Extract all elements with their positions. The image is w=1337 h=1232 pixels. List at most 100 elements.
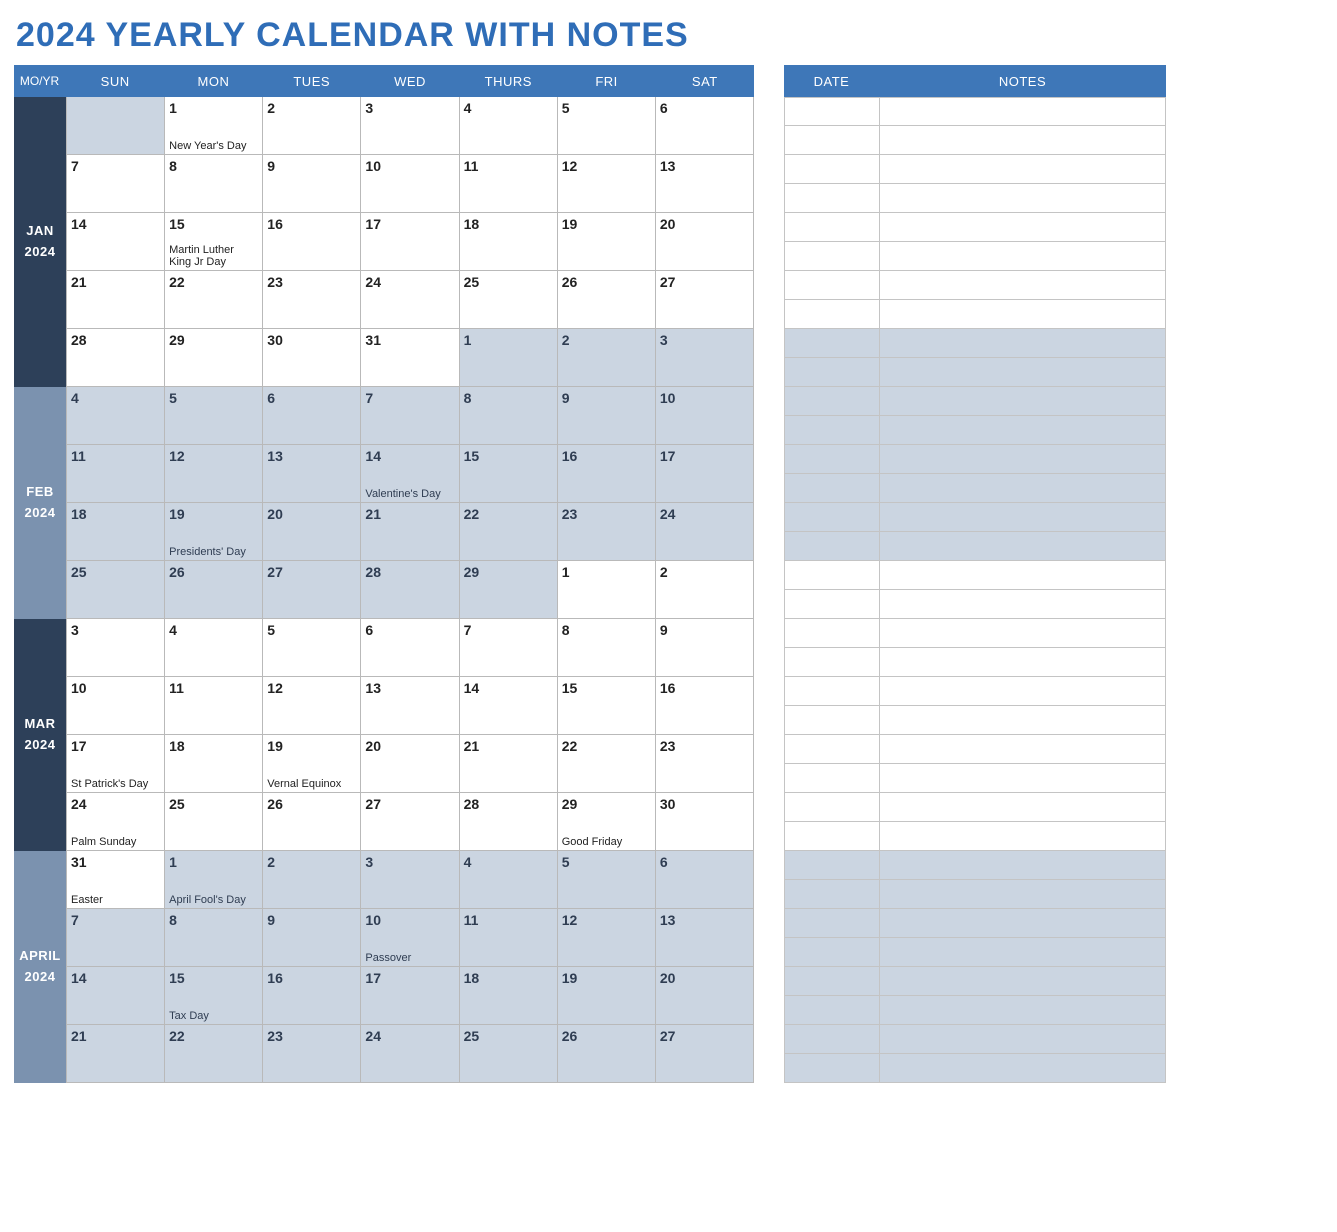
day-cell[interactable]: 3 <box>361 97 459 155</box>
day-cell[interactable]: 28 <box>66 329 165 387</box>
day-cell[interactable]: 6 <box>361 619 459 677</box>
notes-date-cell[interactable] <box>784 445 879 474</box>
day-cell[interactable]: 22 <box>460 503 558 561</box>
day-cell[interactable]: 2 <box>263 851 361 909</box>
day-cell[interactable]: 2 <box>558 329 656 387</box>
notes-date-cell[interactable] <box>784 764 879 793</box>
day-cell[interactable]: 10 <box>361 155 459 213</box>
notes-row[interactable] <box>784 1025 1166 1054</box>
notes-text-cell[interactable] <box>879 97 1166 126</box>
notes-row[interactable] <box>784 677 1166 706</box>
day-cell[interactable]: 3 <box>66 619 165 677</box>
day-cell[interactable]: 17 <box>361 213 459 271</box>
day-cell[interactable]: 19Vernal Equinox <box>263 735 361 793</box>
day-cell[interactable]: 13 <box>263 445 361 503</box>
notes-date-cell[interactable] <box>784 358 879 387</box>
notes-date-cell[interactable] <box>784 242 879 271</box>
notes-text-cell[interactable] <box>879 735 1166 764</box>
notes-text-cell[interactable] <box>879 880 1166 909</box>
notes-row[interactable] <box>784 1054 1166 1083</box>
day-cell[interactable]: 11 <box>165 677 263 735</box>
notes-row[interactable] <box>784 996 1166 1025</box>
day-cell[interactable]: 13 <box>656 909 754 967</box>
day-cell[interactable]: 3 <box>656 329 754 387</box>
notes-date-cell[interactable] <box>784 300 879 329</box>
notes-date-cell[interactable] <box>784 880 879 909</box>
notes-row[interactable] <box>784 764 1166 793</box>
day-cell[interactable]: 5 <box>558 97 656 155</box>
day-cell[interactable]: 10 <box>656 387 754 445</box>
notes-row[interactable] <box>784 416 1166 445</box>
day-cell[interactable]: 4 <box>460 851 558 909</box>
notes-row[interactable] <box>784 271 1166 300</box>
notes-text-cell[interactable] <box>879 155 1166 184</box>
day-cell[interactable]: 16 <box>656 677 754 735</box>
day-cell[interactable]: 9 <box>263 909 361 967</box>
day-cell[interactable]: 10Passover <box>361 909 459 967</box>
day-cell[interactable]: 7 <box>460 619 558 677</box>
notes-row[interactable] <box>784 503 1166 532</box>
notes-date-cell[interactable] <box>784 735 879 764</box>
notes-row[interactable] <box>784 590 1166 619</box>
day-cell[interactable]: 4 <box>66 387 165 445</box>
notes-row[interactable] <box>784 155 1166 184</box>
day-cell[interactable]: 29 <box>460 561 558 619</box>
day-cell[interactable]: 27 <box>263 561 361 619</box>
notes-text-cell[interactable] <box>879 358 1166 387</box>
notes-text-cell[interactable] <box>879 242 1166 271</box>
day-cell[interactable]: 16 <box>558 445 656 503</box>
notes-date-cell[interactable] <box>784 619 879 648</box>
notes-row[interactable] <box>784 648 1166 677</box>
day-cell[interactable]: 9 <box>263 155 361 213</box>
notes-text-cell[interactable] <box>879 706 1166 735</box>
day-cell[interactable]: 12 <box>558 909 656 967</box>
day-cell[interactable]: 9 <box>656 619 754 677</box>
day-cell[interactable]: 31Easter <box>66 851 165 909</box>
notes-date-cell[interactable] <box>784 967 879 996</box>
notes-date-cell[interactable] <box>784 851 879 880</box>
notes-row[interactable] <box>784 242 1166 271</box>
day-cell[interactable]: 12 <box>263 677 361 735</box>
notes-date-cell[interactable] <box>784 561 879 590</box>
notes-row[interactable] <box>784 967 1166 996</box>
day-cell[interactable]: 28 <box>361 561 459 619</box>
day-cell[interactable]: 14 <box>66 967 165 1025</box>
notes-date-cell[interactable] <box>784 387 879 416</box>
notes-text-cell[interactable] <box>879 271 1166 300</box>
day-cell[interactable]: 24 <box>656 503 754 561</box>
day-cell[interactable]: 21 <box>361 503 459 561</box>
notes-text-cell[interactable] <box>879 474 1166 503</box>
day-cell[interactable]: 27 <box>361 793 459 851</box>
notes-date-cell[interactable] <box>784 532 879 561</box>
day-cell[interactable]: 2 <box>656 561 754 619</box>
notes-text-cell[interactable] <box>879 445 1166 474</box>
notes-date-cell[interactable] <box>784 329 879 358</box>
notes-date-cell[interactable] <box>784 1025 879 1054</box>
notes-text-cell[interactable] <box>879 213 1166 242</box>
notes-text-cell[interactable] <box>879 300 1166 329</box>
day-cell[interactable]: 21 <box>460 735 558 793</box>
notes-date-cell[interactable] <box>784 271 879 300</box>
day-cell[interactable]: 20 <box>656 967 754 1025</box>
day-cell[interactable]: 14 <box>460 677 558 735</box>
notes-date-cell[interactable] <box>784 503 879 532</box>
day-cell[interactable]: 11 <box>460 909 558 967</box>
notes-row[interactable] <box>784 329 1166 358</box>
day-cell[interactable]: 4 <box>165 619 263 677</box>
day-cell[interactable]: 19 <box>558 213 656 271</box>
notes-text-cell[interactable] <box>879 532 1166 561</box>
day-cell[interactable]: 22 <box>165 1025 263 1083</box>
notes-text-cell[interactable] <box>879 909 1166 938</box>
day-cell[interactable]: 18 <box>165 735 263 793</box>
day-cell[interactable]: 25 <box>460 271 558 329</box>
day-cell[interactable]: 26 <box>165 561 263 619</box>
day-cell[interactable]: 8 <box>165 909 263 967</box>
notes-row[interactable] <box>784 358 1166 387</box>
day-cell[interactable]: 24 <box>361 271 459 329</box>
day-cell[interactable]: 21 <box>66 1025 165 1083</box>
day-cell[interactable] <box>66 97 165 155</box>
notes-text-cell[interactable] <box>879 387 1166 416</box>
notes-text-cell[interactable] <box>879 996 1166 1025</box>
day-cell[interactable]: 28 <box>460 793 558 851</box>
notes-text-cell[interactable] <box>879 822 1166 851</box>
